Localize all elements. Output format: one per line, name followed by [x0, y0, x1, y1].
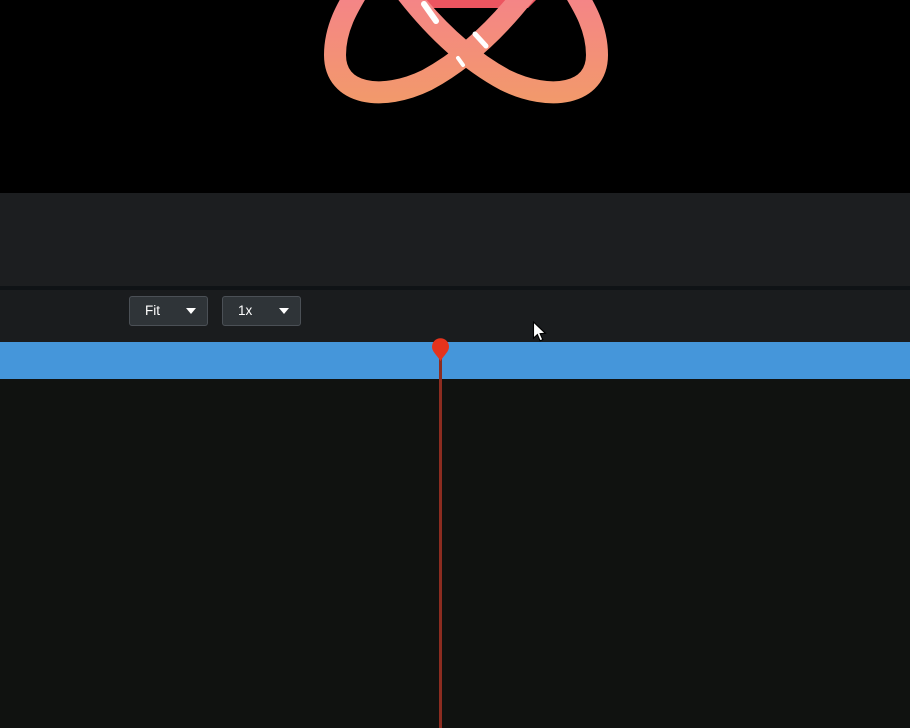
playback-speed-select[interactable]: 1x [222, 296, 301, 326]
animation-player: Fit 1x [0, 0, 910, 728]
zoom-level-value: Fit [145, 304, 160, 318]
logo-animation [318, 0, 614, 110]
player-toolbar: Fit 1x [0, 290, 910, 342]
timeline-track[interactable] [0, 342, 910, 379]
workspace-area [0, 379, 910, 728]
preview-stage [0, 0, 910, 193]
chevron-down-icon [186, 308, 196, 314]
preview-panel-lower [0, 193, 910, 286]
playhead-marker[interactable] [430, 338, 451, 362]
zoom-level-select[interactable]: Fit [129, 296, 208, 326]
chevron-down-icon [279, 308, 289, 314]
playhead-line [439, 356, 442, 728]
playback-speed-value: 1x [238, 304, 252, 318]
